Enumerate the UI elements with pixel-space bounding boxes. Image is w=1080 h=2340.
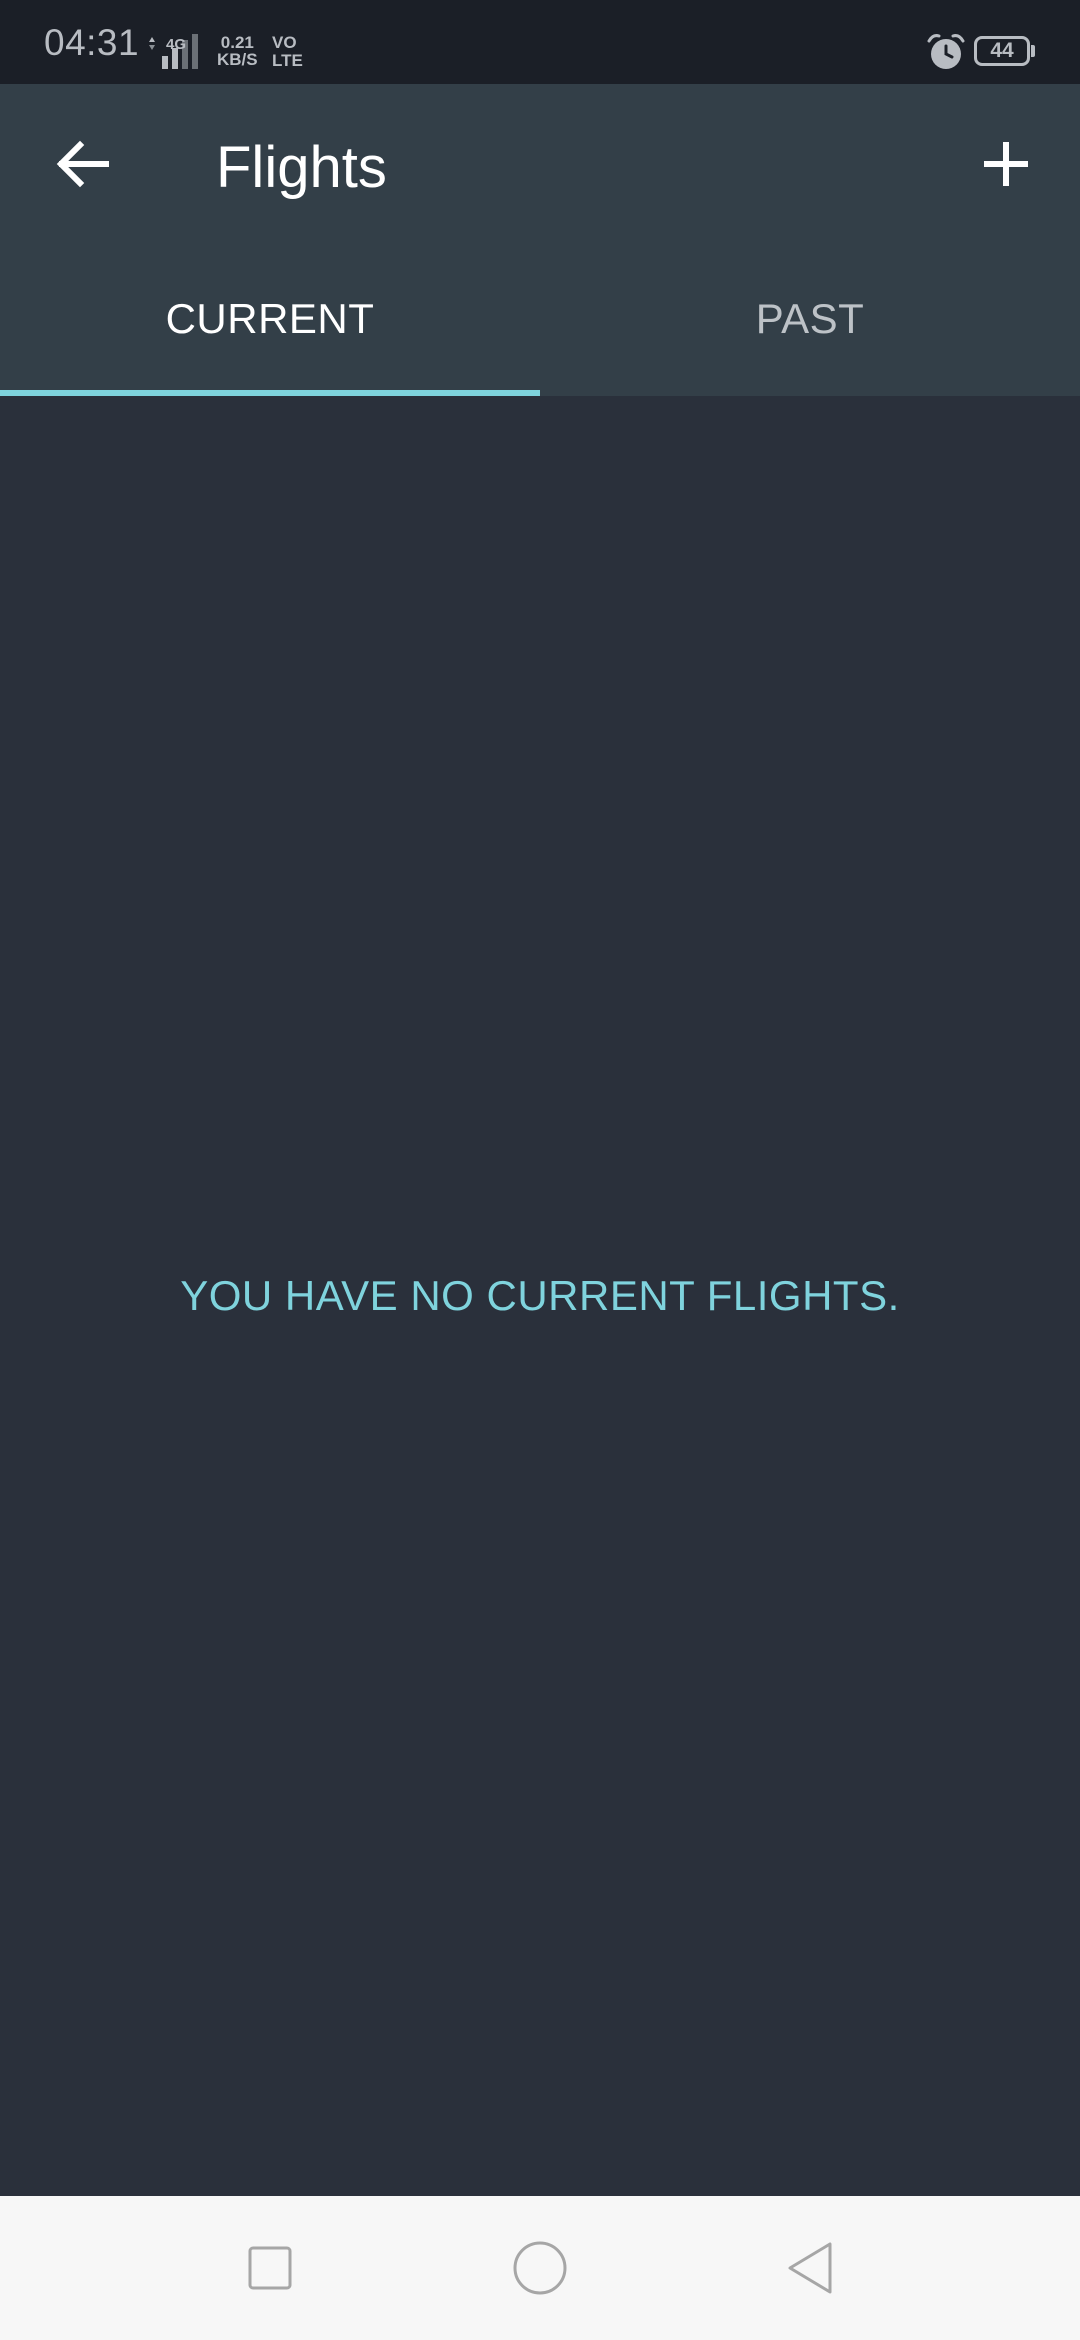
- volte-line1: VO: [272, 33, 297, 52]
- home-circle-icon[interactable]: [508, 2236, 572, 2300]
- network-type: 4G: [166, 36, 187, 53]
- status-bar: 04:31 4G 0.21 KB/S VO LTE 44: [0, 0, 1080, 84]
- data-speed-value: 0.21: [220, 33, 254, 52]
- battery-tip: [1031, 45, 1035, 57]
- data-speed: 0.21 KB/S: [217, 34, 258, 68]
- tab-current[interactable]: CURRENT: [0, 254, 540, 396]
- tab-past[interactable]: PAST: [540, 254, 1080, 396]
- page-title: Flights: [216, 135, 387, 200]
- app-bar: Flights CURRENT PAST: [0, 84, 1080, 396]
- alarm-icon: [927, 34, 965, 69]
- flights-screen: 04:31 4G 0.21 KB/S VO LTE 44 Flights CUR…: [0, 0, 1080, 2340]
- recents-square-icon[interactable]: [238, 2236, 302, 2300]
- plus-icon[interactable]: [966, 124, 1046, 204]
- back-triangle-icon[interactable]: [778, 2236, 842, 2300]
- flights-list: YOU HAVE NO CURRENT FLIGHTS.: [0, 396, 1080, 2196]
- status-time: 04:31: [44, 22, 140, 63]
- empty-state-message: YOU HAVE NO CURRENT FLIGHTS.: [180, 1272, 900, 1319]
- arrow-left-icon[interactable]: [44, 124, 124, 204]
- system-nav-bar: [0, 2196, 1080, 2340]
- volte-line2: LTE: [272, 51, 303, 70]
- data-speed-unit: KB/S: [217, 50, 258, 69]
- battery-icon: 44: [974, 36, 1030, 66]
- tab-bar: CURRENT PAST: [0, 254, 1080, 396]
- volte-indicator: VO LTE: [272, 34, 303, 70]
